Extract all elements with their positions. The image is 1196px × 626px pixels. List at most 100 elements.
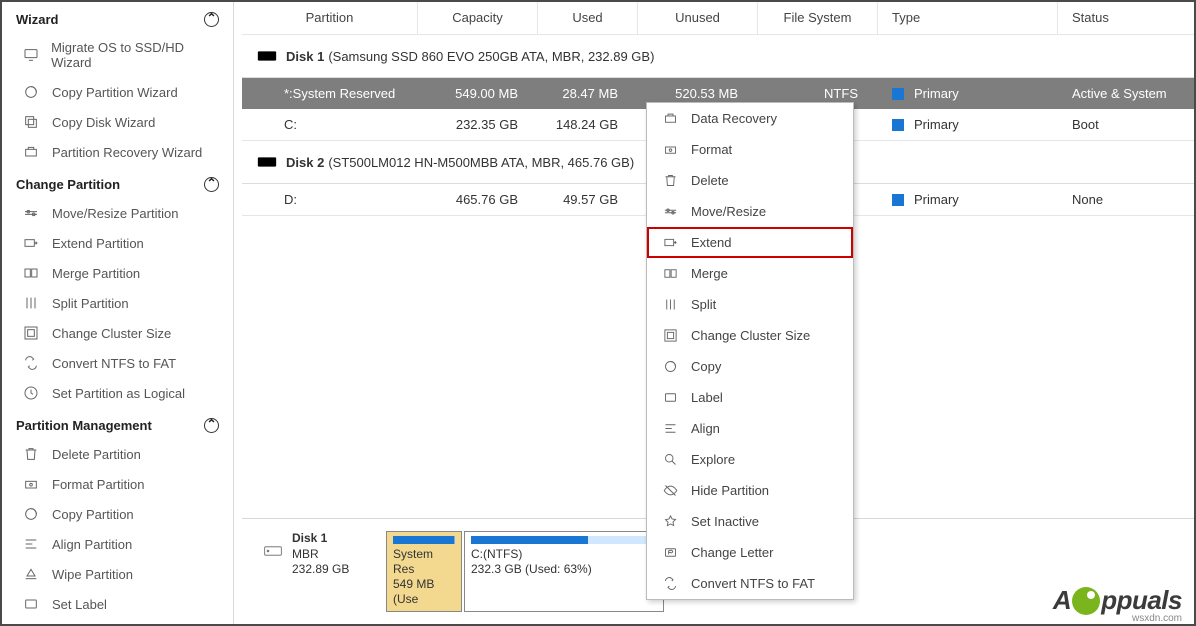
sidebar-section-wizard[interactable]: Wizard ⌃: [2, 2, 233, 33]
sidebar-item-partition-recovery-wizard[interactable]: Partition Recovery Wizard: [2, 137, 233, 167]
cell-status: Boot: [1058, 117, 1194, 132]
cell-partition: D:: [242, 192, 418, 207]
sidebar-item-change-drive-letter[interactable]: Change Drive Letter: [2, 619, 233, 624]
th-status[interactable]: Status: [1058, 2, 1194, 34]
move-icon: [661, 204, 679, 219]
copy-part-icon: [22, 84, 40, 100]
cell-fs: NTFS: [758, 86, 878, 101]
menu-item-move-resize[interactable]: Move/Resize: [647, 196, 853, 227]
label-icon: [661, 390, 679, 405]
sidebar-item-align-partition[interactable]: Align Partition: [2, 529, 233, 559]
sidebar-item-delete-partition[interactable]: Delete Partition: [2, 439, 233, 469]
sidebar-item-copy-partition-wizard[interactable]: Copy Partition Wizard: [2, 77, 233, 107]
sidebar-item-wipe-partition[interactable]: Wipe Partition: [2, 559, 233, 589]
sidebar-item-label: Copy Partition: [52, 507, 134, 522]
th-unused[interactable]: Unused: [638, 2, 758, 34]
menu-item-label: Align: [691, 421, 720, 436]
menu-item-change-letter[interactable]: Change Letter: [647, 537, 853, 568]
cell-used: 49.57 GB: [538, 192, 638, 207]
sidebar-item-extend-partition[interactable]: Extend Partition: [2, 228, 233, 258]
graphic-part-c[interactable]: C:(NTFS) 232.3 GB (Used: 63%): [464, 531, 664, 612]
menu-item-set-inactive[interactable]: Set Inactive: [647, 506, 853, 537]
menu-item-explore[interactable]: Explore: [647, 444, 853, 475]
disk-icon: [256, 45, 278, 67]
letter-icon: [661, 545, 679, 560]
sidebar-item-set-label[interactable]: Set Label: [2, 589, 233, 619]
sidebar-item-label: Move/Resize Partition: [52, 206, 178, 221]
sidebar-title: Change Partition: [16, 177, 120, 192]
menu-item-delete[interactable]: Delete: [647, 165, 853, 196]
disk-graphic-label[interactable]: Disk 1 MBR 232.89 GB: [292, 531, 386, 612]
wipe-icon: [22, 566, 40, 582]
merge-icon: [661, 266, 679, 281]
sidebar-item-label: Change Cluster Size: [52, 326, 171, 341]
th-used[interactable]: Used: [538, 2, 638, 34]
th-filesystem[interactable]: File System: [758, 2, 878, 34]
menu-item-split[interactable]: Split: [647, 289, 853, 320]
menu-item-data-recovery[interactable]: Data Recovery: [647, 103, 853, 134]
cell-capacity: 549.00 MB: [418, 86, 538, 101]
cell-status: Active & System: [1058, 86, 1194, 101]
sidebar-item-format-partition[interactable]: Format Partition: [2, 469, 233, 499]
menu-item-align[interactable]: Align: [647, 413, 853, 444]
align-icon: [22, 536, 40, 552]
sidebar-item-split-partition[interactable]: Split Partition: [2, 288, 233, 318]
th-partition[interactable]: Partition: [242, 2, 418, 34]
column-drag-handle[interactable]: [234, 2, 242, 624]
sidebar-items-wizard: Migrate OS to SSD/HD WizardCopy Partitio…: [2, 33, 233, 167]
split-icon: [22, 295, 40, 311]
th-capacity[interactable]: Capacity: [418, 2, 538, 34]
cell-partition: *:System Reserved: [242, 86, 418, 101]
sidebar-item-label: Partition Recovery Wizard: [52, 145, 202, 160]
disk-1-title[interactable]: Disk 1 (Samsung SSD 860 EVO 250GB ATA, M…: [242, 35, 1194, 78]
menu-item-label: Merge: [691, 266, 728, 281]
collapse-icon[interactable]: ⌃: [204, 177, 219, 192]
menu-item-label: Split: [691, 297, 716, 312]
copy-part-icon: [661, 359, 679, 374]
menu-item-change-cluster-size[interactable]: Change Cluster Size: [647, 320, 853, 351]
menu-item-label: Delete: [691, 173, 729, 188]
sidebar-section-partition-management[interactable]: Partition Management ⌃: [2, 408, 233, 439]
sidebar-item-convert-ntfs-to-fat[interactable]: Convert NTFS to FAT: [2, 348, 233, 378]
recovery-icon: [22, 144, 40, 160]
sidebar-item-move-resize-partition[interactable]: Move/Resize Partition: [2, 198, 233, 228]
trash-icon: [661, 173, 679, 188]
disk-name: Disk 1: [286, 49, 324, 64]
sidebar-item-copy-disk-wizard[interactable]: Copy Disk Wizard: [2, 107, 233, 137]
sidebar-item-set-partition-as-logical[interactable]: Set Partition as Logical: [2, 378, 233, 408]
sidebar-item-label: Copy Disk Wizard: [52, 115, 155, 130]
recovery-icon: [661, 111, 679, 126]
sidebar-item-copy-partition[interactable]: Copy Partition: [2, 499, 233, 529]
menu-item-label: Explore: [691, 452, 735, 467]
migrate-icon: [22, 47, 39, 63]
table-header: Partition Capacity Used Unused File Syst…: [242, 2, 1194, 35]
sidebar-item-label: Split Partition: [52, 296, 129, 311]
menu-item-convert-ntfs-to-fat[interactable]: Convert NTFS to FAT: [647, 568, 853, 599]
menu-item-hide-partition[interactable]: Hide Partition: [647, 475, 853, 506]
sidebar-item-label: Convert NTFS to FAT: [52, 356, 176, 371]
menu-item-label: Format: [691, 142, 732, 157]
menu-item-extend[interactable]: Extend: [647, 227, 853, 258]
app-root: Wizard ⌃ Migrate OS to SSD/HD WizardCopy…: [0, 0, 1196, 626]
align-icon: [661, 421, 679, 436]
collapse-icon[interactable]: ⌃: [204, 12, 219, 27]
th-type[interactable]: Type: [878, 2, 1058, 34]
format-icon: [22, 476, 40, 492]
watermark: Appuals: [1053, 585, 1182, 616]
type-color-icon: [892, 119, 904, 131]
cluster-icon: [22, 325, 40, 341]
cell-used: 148.24 GB: [538, 117, 638, 132]
menu-item-label[interactable]: Label: [647, 382, 853, 413]
format-icon: [661, 142, 679, 157]
menu-item-format[interactable]: Format: [647, 134, 853, 165]
menu-item-merge[interactable]: Merge: [647, 258, 853, 289]
hide-icon: [661, 483, 679, 498]
context-menu: Data Recovery Format Delete Move/ResizeExte…: [646, 102, 854, 600]
collapse-icon[interactable]: ⌃: [204, 418, 219, 433]
sidebar-section-change-partition[interactable]: Change Partition ⌃: [2, 167, 233, 198]
sidebar-item-merge-partition[interactable]: Merge Partition: [2, 258, 233, 288]
menu-item-copy[interactable]: Copy: [647, 351, 853, 382]
sidebar-item-migrate-os-to-ssd-hd-wizard[interactable]: Migrate OS to SSD/HD Wizard: [2, 33, 233, 77]
graphic-part-system-reserved[interactable]: System Res 549 MB (Use: [386, 531, 462, 612]
sidebar-item-change-cluster-size[interactable]: Change Cluster Size: [2, 318, 233, 348]
